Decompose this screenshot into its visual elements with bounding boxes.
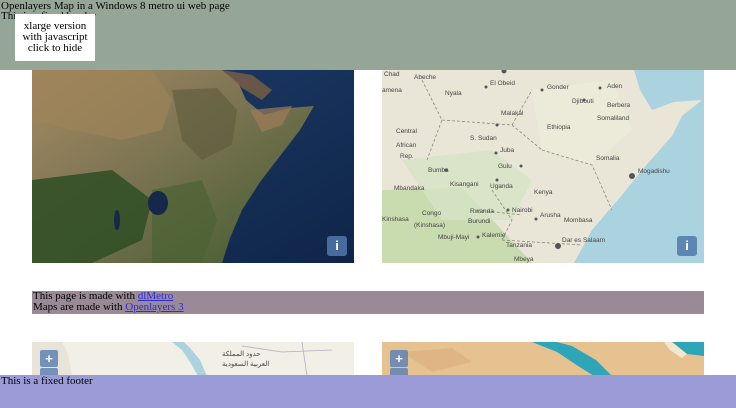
label-s-sudan: S. Sudan bbox=[470, 135, 497, 142]
label-kalemie: Kalemie bbox=[482, 232, 506, 239]
openlayers-link[interactable]: Openlayers 3 bbox=[125, 301, 183, 313]
label-aden: Aden bbox=[607, 83, 623, 90]
satellite-map[interactable]: i bbox=[32, 70, 354, 263]
arabia-map-image: حدود المملكة العربية السعودية bbox=[32, 342, 354, 376]
watercolor-map[interactable]: + bbox=[382, 342, 704, 376]
label-saudi-1: حدود المملكة bbox=[222, 350, 261, 358]
credits-bar: This page is made with dlMetro Maps are … bbox=[32, 291, 704, 314]
label-chad: Chad bbox=[384, 71, 400, 78]
label-nyala: Nyala bbox=[445, 90, 462, 97]
label-el-obeid: El Obeid bbox=[490, 80, 515, 87]
footer-text: This is a fixed footer bbox=[1, 375, 93, 387]
label-burundi: Burundi bbox=[468, 218, 490, 225]
label-amena: amena bbox=[382, 87, 402, 94]
watercolor-map-image bbox=[382, 342, 704, 376]
xlarge-popup[interactable]: xlarge version with javascript click to … bbox=[15, 14, 95, 61]
satellite-map-image bbox=[32, 70, 354, 263]
popup-line-3[interactable]: click to hide bbox=[15, 43, 95, 54]
label-kinshasa: Kinshasa bbox=[382, 216, 409, 223]
label-african: African bbox=[396, 142, 417, 149]
label-arusha: Arusha bbox=[540, 212, 561, 219]
label-kisangani: Kisangani bbox=[450, 181, 479, 188]
zoom-in-button[interactable]: + bbox=[390, 350, 408, 367]
label-mbandaka: Mbandaka bbox=[394, 185, 425, 192]
label-gulu: Gulu bbox=[498, 163, 512, 170]
fixed-header: Openlayers Map in a Windows 8 metro ui w… bbox=[0, 0, 736, 70]
label-mombasa: Mombasa bbox=[564, 217, 593, 224]
label-rwanda: Rwanda bbox=[470, 208, 494, 215]
label-congo: Congo bbox=[422, 210, 442, 217]
label-kinshasa-paren: (Kinshasa) bbox=[414, 222, 445, 229]
credits-maps-line: Maps are made with Openlayers 3 bbox=[33, 302, 184, 313]
label-nairobi: Nairobi bbox=[512, 207, 533, 214]
info-button[interactable]: i bbox=[327, 236, 347, 256]
label-abeche: Abeche bbox=[414, 74, 436, 81]
label-somaliland: Somaliland bbox=[597, 115, 630, 122]
zoom-in-button[interactable]: + bbox=[40, 350, 58, 367]
credits-maps-prefix: Maps are made with bbox=[33, 301, 126, 313]
osm-map-image: Chad Abeche El Obeid Gonder Aden Nyala D… bbox=[382, 70, 704, 263]
label-juba: Juba bbox=[500, 147, 514, 154]
arabia-map[interactable]: حدود المملكة العربية السعودية + bbox=[32, 342, 354, 376]
label-saudi-2: العربية السعودية bbox=[222, 360, 269, 368]
label-berbera: Berbera bbox=[607, 102, 631, 109]
fixed-footer: This is a fixed footer bbox=[0, 375, 736, 408]
label-somalia: Somalia bbox=[596, 155, 620, 162]
label-mbuji-mayi: Mbuji-Mayi bbox=[438, 234, 469, 241]
label-gonder: Gonder bbox=[547, 84, 570, 91]
label-dar-es-salaam: Dar es Salaam bbox=[562, 237, 605, 244]
label-tanzania: Tanzania bbox=[506, 242, 532, 249]
label-mogadishu: Mogadishu bbox=[638, 168, 670, 175]
label-rep: Rep. bbox=[400, 153, 414, 160]
label-uganda: Uganda bbox=[490, 183, 513, 190]
label-malakal: Malakal bbox=[501, 110, 524, 117]
label-central: Central bbox=[396, 128, 418, 135]
info-button[interactable]: i bbox=[677, 236, 697, 256]
label-kenya: Kenya bbox=[534, 189, 553, 196]
label-mbeya: Mbeya bbox=[514, 256, 534, 263]
osm-map[interactable]: Chad Abeche El Obeid Gonder Aden Nyala D… bbox=[382, 70, 704, 263]
label-ethiopia: Ethiopia bbox=[547, 124, 571, 131]
